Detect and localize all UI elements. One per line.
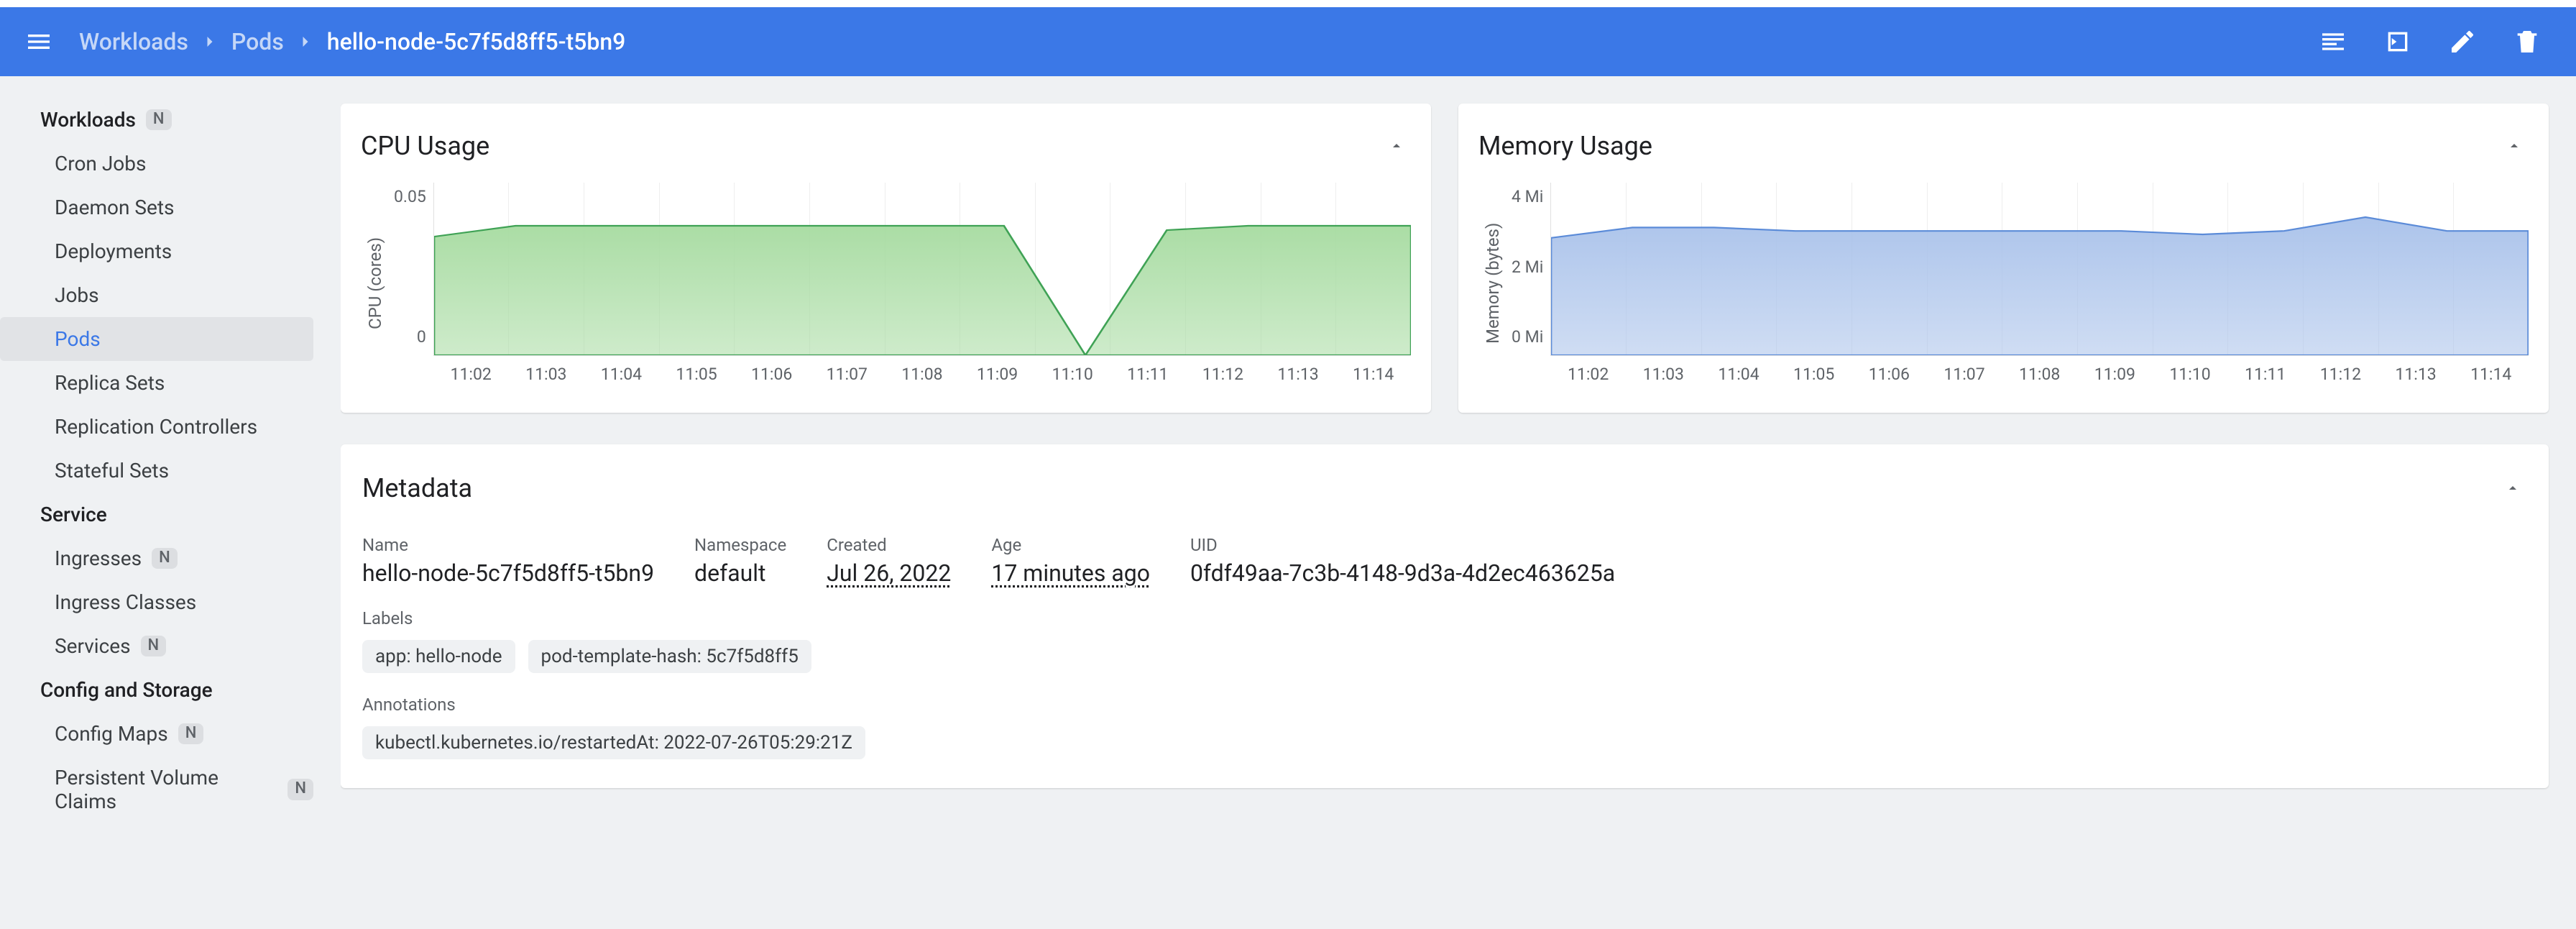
- sidebar-item-label: Config Maps: [55, 722, 168, 746]
- field-label: UID: [1190, 535, 1615, 555]
- sidebar-item-replicationcontrollers[interactable]: Replication Controllers: [0, 405, 313, 449]
- chevron-right-icon: [295, 32, 316, 52]
- collapse-icon[interactable]: [2498, 467, 2527, 509]
- sidebar-item-cronjobs[interactable]: Cron Jobs: [0, 142, 313, 186]
- cpu-xticks: 11:0211:0311:0411:0511:0611:0711:0811:09…: [433, 356, 1411, 384]
- breadcrumb-workloads[interactable]: Workloads: [79, 28, 188, 55]
- annotations-chips: kubectl.kubernetes.io/restartedAt: 2022-…: [362, 726, 2527, 759]
- sidebar-item-jobs[interactable]: Jobs: [0, 273, 313, 317]
- ytick: 4 Mi: [1512, 187, 1543, 206]
- annotation-chip: kubectl.kubernetes.io/restartedAt: 2022-…: [362, 726, 865, 759]
- app-header: Workloads Pods hello-node-5c7f5d8ff5-t5b…: [0, 7, 2576, 76]
- namespace-badge-icon: N: [178, 723, 204, 744]
- meta-uid: UID 0fdf49aa-7c3b-4148-9d3a-4d2ec463625a: [1190, 535, 1615, 587]
- delete-icon[interactable]: [2510, 24, 2544, 59]
- cpu-yticks: 0.05 0: [390, 183, 433, 384]
- namespace-badge-icon: N: [288, 779, 313, 800]
- sidebar-item-label: Ingresses: [55, 546, 142, 570]
- field-label: Name: [362, 535, 654, 555]
- ytick: 2 Mi: [1512, 257, 1543, 277]
- sidebar-item-label: Services: [55, 634, 131, 658]
- field-label: Age: [991, 535, 1150, 555]
- field-value: Jul 26, 2022: [827, 559, 951, 587]
- card-title: Memory Usage: [1478, 131, 1652, 161]
- breadcrumb-current: hello-node-5c7f5d8ff5-t5bn9: [327, 28, 626, 55]
- chevron-right-icon: [200, 32, 220, 52]
- sidebar-item-label: Deployments: [55, 239, 172, 263]
- meta-created: Created Jul 26, 2022: [827, 535, 951, 587]
- sidebar-section-service: Service: [0, 493, 341, 536]
- sidebar-item-pvc[interactable]: Persistent Volume Claims N: [0, 756, 313, 823]
- sidebar-item-replicasets[interactable]: Replica Sets: [0, 361, 313, 405]
- meta-name: Name hello-node-5c7f5d8ff5-t5bn9: [362, 535, 654, 587]
- cpu-ylabel: CPU (cores): [361, 183, 390, 384]
- sidebar-item-label: Replica Sets: [55, 371, 165, 395]
- sidebar-item-services[interactable]: Services N: [0, 624, 313, 668]
- sidebar-item-label: Stateful Sets: [55, 459, 169, 482]
- breadcrumb-pods[interactable]: Pods: [231, 28, 284, 55]
- sidebar-item-label: Ingress Classes: [55, 590, 196, 614]
- card-title: CPU Usage: [361, 131, 489, 161]
- sidebar-section-config: Config and Storage: [0, 668, 341, 712]
- header-actions: [2316, 24, 2559, 59]
- sidebar-section-workloads: Workloads N: [0, 98, 341, 142]
- field-value: default: [694, 559, 786, 587]
- memory-usage-card: Memory Usage Memory (bytes) 4 Mi 2 Mi 0 …: [1458, 104, 2549, 413]
- ytick: 0 Mi: [1512, 327, 1543, 347]
- metadata-card: Metadata Name hello-node-5c7f5d8ff5-t5bn…: [341, 444, 2549, 788]
- meta-age: Age 17 minutes ago: [991, 535, 1150, 587]
- ytick: 0.05: [394, 187, 426, 206]
- hamburger-icon[interactable]: [20, 23, 58, 60]
- ytick: 0: [417, 291, 426, 347]
- sidebar-item-ingresses[interactable]: Ingresses N: [0, 536, 313, 580]
- breadcrumb: Workloads Pods hello-node-5c7f5d8ff5-t5b…: [79, 28, 625, 55]
- sidebar-item-daemonsets[interactable]: Daemon Sets: [0, 186, 313, 229]
- memory-ylabel: Memory (bytes): [1478, 183, 1507, 384]
- field-value: 17 minutes ago: [991, 559, 1150, 587]
- labels-chips: app: hello-node pod-template-hash: 5c7f5…: [362, 640, 2527, 673]
- sidebar-item-label: Pods: [55, 327, 101, 351]
- namespace-badge-icon: N: [141, 636, 167, 656]
- namespace-badge-icon: N: [146, 109, 172, 130]
- label-chip: pod-template-hash: 5c7f5d8ff5: [528, 640, 811, 673]
- memory-xticks: 11:0211:0311:0411:0511:0611:0711:0811:09…: [1550, 356, 2529, 384]
- memory-plot: [1550, 183, 2529, 356]
- sidebar-section-label: Config and Storage: [40, 678, 213, 702]
- cpu-plot: [433, 183, 1411, 356]
- sidebar-item-deployments[interactable]: Deployments: [0, 229, 313, 273]
- sidebar-item-label: Replication Controllers: [55, 415, 257, 439]
- sidebar: Workloads N Cron Jobs Daemon Sets Deploy…: [0, 76, 341, 929]
- sidebar-item-label: Daemon Sets: [55, 196, 174, 219]
- cpu-usage-card: CPU Usage CPU (cores) 0.05 0: [341, 104, 1431, 413]
- namespace-badge-icon: N: [152, 548, 178, 569]
- logs-icon[interactable]: [2316, 24, 2350, 59]
- sidebar-item-ingressclasses[interactable]: Ingress Classes: [0, 580, 313, 624]
- sidebar-item-label: Cron Jobs: [55, 152, 146, 175]
- sidebar-item-configmaps[interactable]: Config Maps N: [0, 712, 313, 756]
- sidebar-item-statefulsets[interactable]: Stateful Sets: [0, 449, 313, 493]
- labels-label: Labels: [362, 608, 2527, 628]
- meta-namespace: Namespace default: [694, 535, 786, 587]
- collapse-icon[interactable]: [2500, 125, 2529, 167]
- field-label: Namespace: [694, 535, 786, 555]
- edit-icon[interactable]: [2445, 24, 2480, 59]
- label-chip: app: hello-node: [362, 640, 515, 673]
- sidebar-item-label: Persistent Volume Claims: [55, 766, 277, 813]
- main-content: CPU Usage CPU (cores) 0.05 0: [341, 76, 2576, 929]
- exec-icon[interactable]: [2380, 24, 2415, 59]
- sidebar-item-label: Jobs: [55, 283, 99, 307]
- annotations-label: Annotations: [362, 695, 2527, 715]
- sidebar-item-pods[interactable]: Pods: [0, 317, 313, 361]
- card-title: Metadata: [362, 473, 472, 503]
- field-value: 0fdf49aa-7c3b-4148-9d3a-4d2ec463625a: [1190, 559, 1615, 587]
- collapse-icon[interactable]: [1382, 125, 1411, 167]
- sidebar-section-label: Workloads: [40, 108, 136, 132]
- field-label: Created: [827, 535, 951, 555]
- memory-yticks: 4 Mi 2 Mi 0 Mi: [1507, 183, 1550, 384]
- sidebar-section-label: Service: [40, 503, 107, 526]
- field-value: hello-node-5c7f5d8ff5-t5bn9: [362, 559, 654, 587]
